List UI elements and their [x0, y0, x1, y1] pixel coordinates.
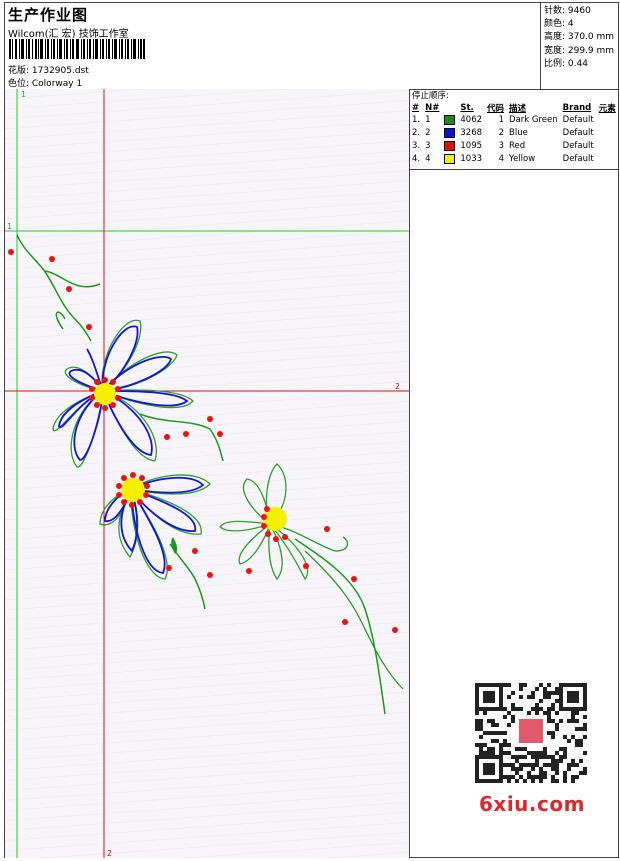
table-row: 3. 3 1095 3 Red Default: [410, 140, 619, 153]
row-stitches: 3268: [460, 128, 483, 139]
row-code: 1: [498, 115, 505, 126]
row-brand: Default: [562, 140, 594, 151]
colorway: 色位: Colorway 1: [8, 79, 83, 89]
stat-stitches: 针数: 9460: [544, 6, 591, 16]
qr-code: [475, 683, 587, 783]
row-element: [597, 152, 619, 165]
stat-width: 宽度: 299.9 mm: [544, 45, 615, 56]
header: 生产作业图 Wilcom(汇 宏) 技饰工作室 花版: 1732905.dst …: [5, 3, 618, 90]
table-row: 2. 2 3268 2 Blue Default: [410, 127, 619, 140]
stats-box: 针数: 9460 颜色: 4 高度: 370.0 mm 宽度: 299.9 mm…: [540, 3, 618, 89]
design-file: 花版: 1732905.dst: [8, 66, 89, 76]
row-brand: Default: [562, 128, 594, 139]
row-index: 1.: [412, 115, 421, 126]
stem-topleft: [16, 234, 92, 342]
table-row: 4. 4 1033 4 Yellow Default: [410, 152, 619, 165]
table-header-row: # N# St. 代码 描述 Brand 元素: [410, 101, 619, 114]
row-swatch: [442, 140, 458, 153]
guide-label-h2: 2: [395, 382, 400, 391]
stop-sequence-title: 停止顺序:: [412, 91, 449, 101]
stat-scale: 比例: 0.44: [544, 58, 588, 69]
row-swatch: [442, 127, 458, 140]
row-needle: 2: [425, 128, 431, 139]
embroidery-preview: 1 1 2 2: [5, 89, 409, 858]
row-description: Dark Green: [509, 115, 558, 126]
stop-sequence-table: # N# St. 代码 描述 Brand 元素 1. 1 4062 1 Dark Gre…: [410, 101, 619, 165]
row-index: 4.: [412, 153, 421, 164]
col-element: 元素: [598, 103, 616, 114]
berry-dots: [8, 249, 398, 633]
row-code: 4: [498, 153, 505, 164]
row-stitches: 4062: [460, 115, 483, 126]
row-index: 3.: [412, 140, 421, 151]
row-index: 2.: [412, 128, 421, 139]
col-swatch: [442, 101, 458, 114]
stat-height: 高度: 370.0 mm: [544, 32, 615, 43]
row-stitches: 1095: [460, 140, 483, 151]
guide-label-v1: 1: [21, 90, 26, 99]
design-canvas: 1 1 2 2: [5, 89, 410, 858]
flower1-center: [94, 383, 116, 405]
flower1-petals: [58, 325, 189, 461]
col-brand: Brand: [562, 102, 592, 113]
guide-label-v2: 2: [107, 849, 112, 858]
table-row: 1. 1 4062 1 Dark Green Default: [410, 114, 619, 127]
stop-sequence-panel: 停止顺序: # N# St. 代码 描述 Brand 元素 1. 1 4062 1 Da…: [410, 89, 618, 170]
worksheet-frame: 生产作业图 Wilcom(汇 宏) 技饰工作室 花版: 1732905.dst …: [4, 2, 619, 858]
row-brand: Default: [562, 153, 594, 164]
flower2-petals: [104, 476, 205, 574]
col-description: 描述: [509, 103, 527, 114]
color-swatch: [444, 115, 456, 126]
row-needle: 3: [425, 140, 431, 151]
row-needle: 1: [425, 115, 431, 126]
company-name: Wilcom(汇 宏) 技饰工作室: [8, 29, 129, 40]
row-element: [597, 114, 619, 127]
row-description: Yellow: [509, 153, 536, 164]
row-element: [597, 127, 619, 140]
row-element: [597, 140, 619, 153]
page-title: 生产作业图: [8, 6, 89, 24]
row-swatch: [442, 152, 458, 165]
barcode: [9, 39, 145, 59]
guide-label-h1: 1: [7, 222, 12, 231]
col-index: #: [412, 102, 420, 113]
col-needle: N#: [425, 102, 440, 113]
color-swatch: [444, 127, 456, 138]
col-stitches: St.: [460, 102, 474, 113]
stat-colors: 颜色: 4: [544, 19, 574, 30]
row-description: Blue: [509, 128, 528, 139]
row-stitches: 1033: [460, 153, 483, 164]
row-code: 3: [498, 140, 505, 151]
color-swatch: [444, 153, 456, 164]
row-description: Red: [509, 140, 526, 151]
row-needle: 4: [425, 153, 431, 164]
row-brand: Default: [562, 115, 594, 126]
row-code: 2: [498, 128, 505, 139]
site-logo: 6xiu.com: [479, 792, 585, 816]
color-swatch: [444, 140, 456, 151]
row-swatch: [442, 114, 458, 127]
col-code: 代码: [487, 103, 505, 114]
flower2-center: [121, 478, 145, 502]
